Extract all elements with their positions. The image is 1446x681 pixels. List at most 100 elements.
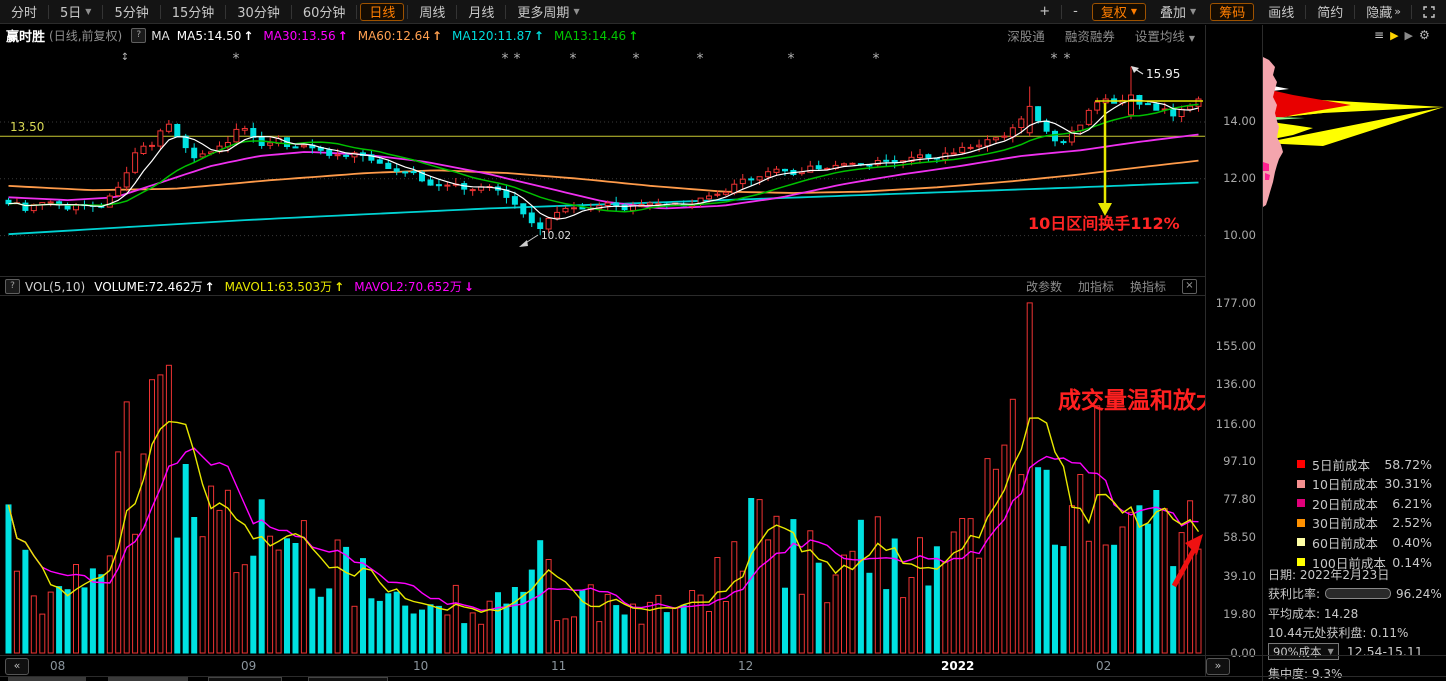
bottom-tab-stub[interactable] <box>8 677 86 681</box>
fullscreen-icon[interactable] <box>1412 0 1446 24</box>
price-tick: 10.00 <box>1206 228 1256 242</box>
tool-button-1[interactable]: - <box>1062 0 1089 24</box>
indicator-action-2[interactable]: 换指标 <box>1130 278 1166 295</box>
scroll-left-button[interactable]: « <box>5 658 29 675</box>
divider <box>0 655 1446 656</box>
period-button-4[interactable]: 30分钟 <box>226 0 291 24</box>
period-button-0[interactable]: 分时 <box>0 0 48 24</box>
legend-swatch <box>1297 460 1305 468</box>
indicator-title: VOL(5,10) <box>25 280 85 294</box>
legend-swatch <box>1297 499 1305 507</box>
svg-text:成交量温和放大: 成交量温和放大 <box>1058 387 1205 414</box>
indicator-value: VOLUME:72.462万↑ <box>94 280 214 294</box>
volume-tick: 116.00 <box>1206 417 1256 431</box>
tool-buttons-group: +-复权▼叠加▼筹码画线简约隐藏» <box>1028 0 1446 24</box>
indicator-action-1[interactable]: 加指标 <box>1078 278 1114 295</box>
svg-text:*: * <box>502 51 509 67</box>
up-arrow-icon: ↑ <box>534 29 544 43</box>
volume-chart[interactable]: 成交量温和放大 <box>0 296 1205 655</box>
indicator-action-0[interactable]: 改参数 <box>1026 278 1062 295</box>
market-link-2[interactable]: 设置均线▼ <box>1135 26 1195 45</box>
period-buttons-group: 分时5日▼5分钟15分钟30分钟60分钟日线周线月线更多周期▼ <box>0 0 591 24</box>
volume-indicator-values: VOLUME:72.462万↑ MAVOL1:63.503万↑ MAVOL2:70.… <box>94 278 484 295</box>
legend-label: 5日前成本 <box>1312 455 1370 474</box>
period-button-6[interactable]: 日线 <box>360 3 404 21</box>
svg-text:*: * <box>633 51 640 67</box>
up-arrow-icon: ↑ <box>243 29 253 43</box>
bottom-tab-stub[interactable] <box>108 677 188 681</box>
close-icon[interactable]: × <box>1182 279 1197 294</box>
date-value: 2022年2月23日 <box>1300 566 1389 583</box>
chevron-down-icon: ▼ <box>1189 34 1195 43</box>
period-button-2[interactable]: 5分钟 <box>103 0 159 24</box>
indicator-value: MAVOL2:70.652万↓ <box>354 280 474 294</box>
period-button-8[interactable]: 月线 <box>457 0 505 24</box>
legend-label: 20日前成本 <box>1312 494 1378 513</box>
up-arrow-icon: ↑ <box>334 280 344 294</box>
price-profit-value: 0.11% <box>1370 626 1408 640</box>
legend-row: 5日前成本58.72% <box>1263 455 1446 473</box>
avg-cost-row: 平均成本: 14.28 <box>1268 605 1444 622</box>
cost-range-select[interactable]: 90%成本 ▼ <box>1268 643 1339 660</box>
svg-text:*: * <box>1051 51 1058 67</box>
down-arrow-icon: ↓ <box>464 280 474 294</box>
period-button-5[interactable]: 60分钟 <box>292 0 357 24</box>
up-arrow-icon: ↑ <box>205 280 215 294</box>
cost-range-row: 90%成本 ▼ 12.54-15.11 <box>1268 643 1444 660</box>
tool-button-4[interactable]: 筹码 <box>1210 3 1254 21</box>
bottom-tab-stub[interactable] <box>208 677 282 681</box>
price-profit-label: 10.44元处获利盘: <box>1268 624 1366 641</box>
svg-text:*: * <box>1064 51 1071 67</box>
svg-text:*: * <box>697 51 704 67</box>
svg-text:*: * <box>514 51 521 67</box>
period-button-7[interactable]: 周线 <box>408 0 456 24</box>
volume-tick: 58.50 <box>1206 530 1256 544</box>
profit-ratio-value: 96.24% <box>1396 587 1442 601</box>
legend-swatch <box>1297 538 1305 546</box>
period-button-3[interactable]: 15分钟 <box>161 0 226 24</box>
profit-ratio-label: 获利比率: <box>1268 585 1320 602</box>
divider <box>1262 25 1263 681</box>
top-toolbar: 分时5日▼5分钟15分钟30分钟60分钟日线周线月线更多周期▼ +-复权▼叠加▼… <box>0 0 1446 24</box>
concentration-value: 9.3% <box>1312 667 1343 681</box>
tool-button-5[interactable]: 画线 <box>1257 0 1305 24</box>
legend-swatch <box>1297 558 1305 566</box>
svg-text:*: * <box>570 51 577 67</box>
up-arrow-icon: ↑ <box>432 29 442 43</box>
tool-button-2[interactable]: 复权▼ <box>1092 3 1146 21</box>
concentration-label: 集中度: <box>1268 665 1308 681</box>
help-icon[interactable]: ? <box>131 28 146 43</box>
volume-tick: 77.80 <box>1206 492 1256 506</box>
time-tick: 11 <box>551 659 566 673</box>
price-tick: 14.00 <box>1206 114 1256 128</box>
period-button-1[interactable]: 5日▼ <box>49 0 102 24</box>
svg-text:↕: ↕ <box>121 52 129 63</box>
period-button-9[interactable]: 更多周期▼ <box>506 0 590 24</box>
legend-label: 30日前成本 <box>1312 513 1378 532</box>
indicator-value: MAVOL1:63.503万↑ <box>225 280 345 294</box>
scroll-right-button[interactable]: » <box>1206 658 1230 675</box>
cost-range-label: 90%成本 <box>1273 644 1322 660</box>
indicator-value: MA60:12.64↑ <box>358 29 442 43</box>
time-tick: 2022 <box>941 659 974 673</box>
tool-button-0[interactable]: + <box>1028 0 1061 24</box>
tool-button-6[interactable]: 简约 <box>1306 0 1354 24</box>
time-tick: 02 <box>1096 659 1111 673</box>
time-tick: 12 <box>738 659 753 673</box>
tool-button-7[interactable]: 隐藏» <box>1355 0 1411 24</box>
market-link-0[interactable]: 深股通 <box>1007 26 1045 45</box>
indicator-value: MA13:14.46↑ <box>554 29 638 43</box>
chip-date-row: 日期: 2022年2月23日 <box>1268 566 1444 583</box>
legend-value: 0.40% <box>1392 535 1432 550</box>
volume-tick: 177.00 <box>1206 296 1256 310</box>
legend-value: 6.21% <box>1392 496 1432 511</box>
date-label: 日期: <box>1268 566 1296 583</box>
market-link-1[interactable]: 融资融券 <box>1065 26 1115 45</box>
ma-group-label: MA <box>151 29 170 43</box>
help-icon[interactable]: ? <box>5 279 20 294</box>
price-tick: 12.00 <box>1206 171 1256 185</box>
bottom-tab-stub[interactable] <box>308 677 388 681</box>
volume-tick: 39.10 <box>1206 569 1256 583</box>
tool-button-3[interactable]: 叠加▼ <box>1149 0 1207 24</box>
main-price-chart[interactable]: 13.50↕**********15.9510.0210日区间换手112% <box>0 47 1205 276</box>
